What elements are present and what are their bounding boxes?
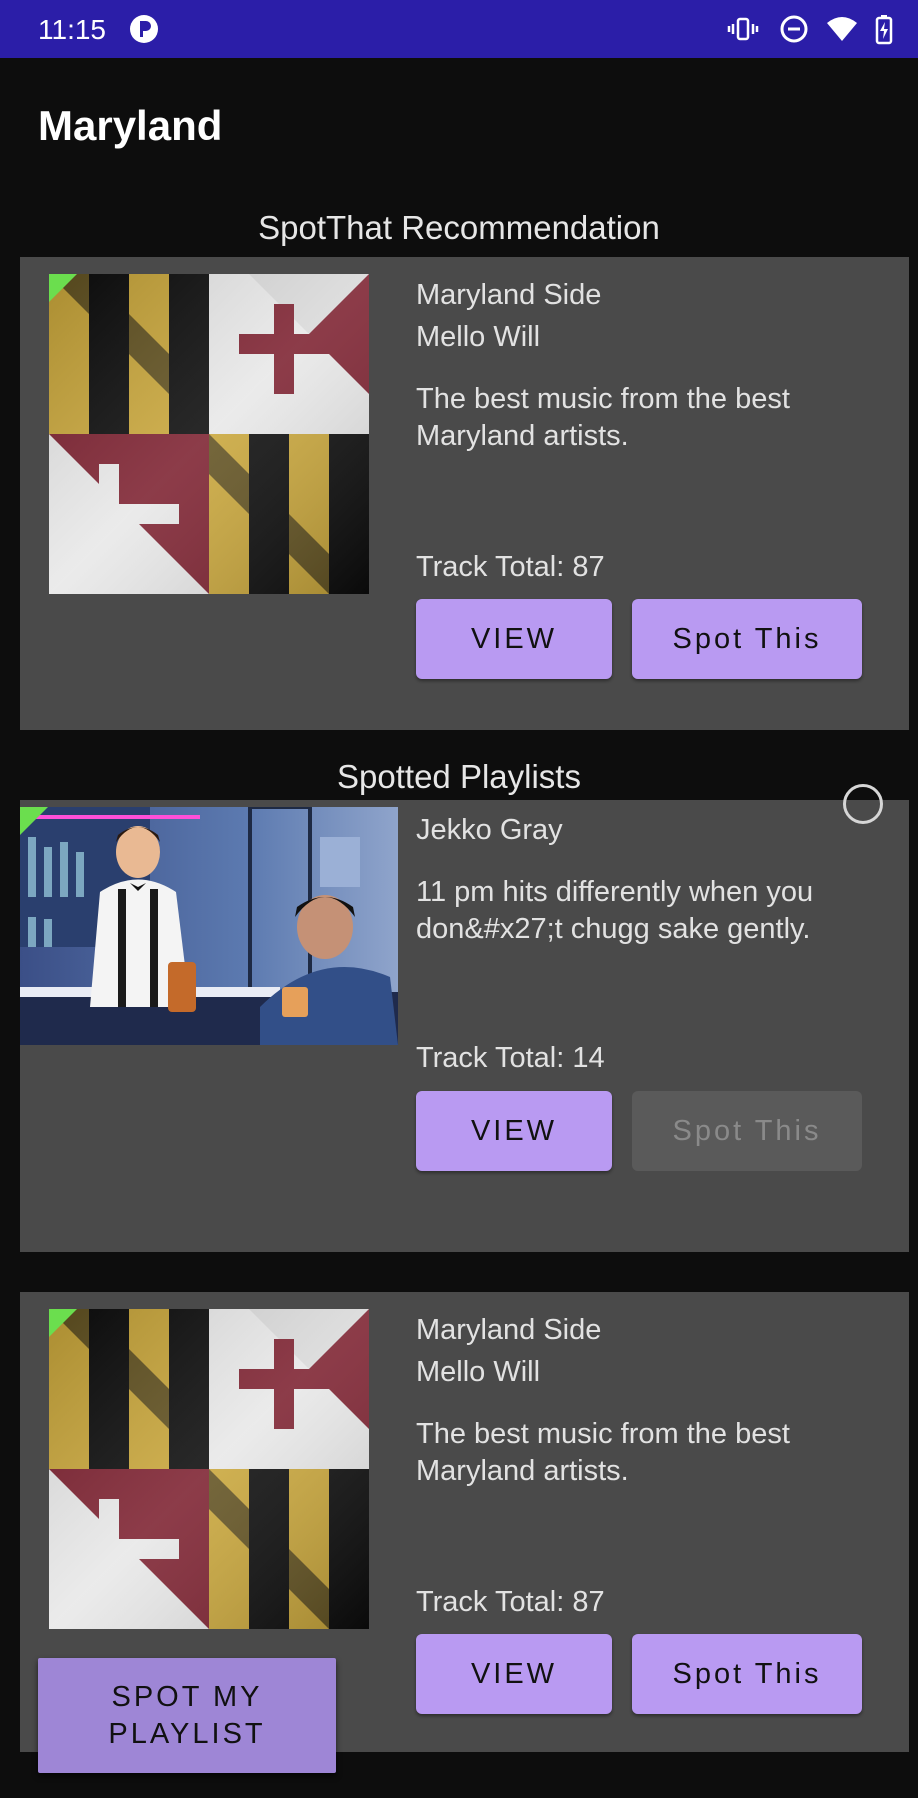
playlist-name: Maryland Side: [416, 1314, 602, 1346]
page-title: Maryland: [38, 102, 223, 149]
track-total: Track Total: 14: [416, 1042, 605, 1074]
status-time: 11:15: [38, 14, 106, 45]
spot-my-playlist-label: SPOT MY PLAYLIST: [108, 1680, 266, 1750]
maryland-flag-image: [49, 1309, 369, 1629]
playlist-owner: Mello Will: [416, 1356, 541, 1388]
playlist-name: Maryland Side: [416, 279, 602, 311]
playlist-indicator-corner: [49, 1309, 77, 1337]
playlist-indicator-corner: [49, 274, 77, 302]
spot-this-button-disabled: Spot This: [632, 1091, 862, 1171]
playlist-description: The best music from the best Maryland ar…: [416, 383, 790, 452]
spot-this-button[interactable]: Spot This: [632, 599, 862, 679]
spot-my-playlist-button[interactable]: SPOT MY PLAYLIST: [38, 1658, 336, 1773]
bar-illustration-image: [20, 807, 398, 1045]
track-total: Track Total: 87: [416, 1586, 605, 1618]
playlist-owner: Jekko Gray: [416, 814, 563, 846]
maryland-flag-image: [49, 274, 369, 594]
playlist-indicator-corner: [20, 807, 48, 835]
wifi-icon: [827, 17, 857, 41]
notification-app-icon: [130, 15, 158, 43]
view-button[interactable]: VIEW: [416, 599, 612, 679]
spotted-playlist-card: Jekko Gray 11 pm hits differently when y…: [20, 784, 909, 1252]
view-button[interactable]: VIEW: [416, 1091, 612, 1171]
track-total: Track Total: 87: [416, 551, 605, 583]
app-bar: Maryland: [0, 58, 918, 168]
playlist-description: The best music from the best Maryland ar…: [416, 1418, 790, 1487]
playlist-cover-image: [49, 274, 369, 594]
spotted-section-title: Spotted Playlists: [337, 758, 581, 795]
status-bar: 11:15: [0, 0, 918, 58]
vibrate-icon: [727, 17, 759, 41]
playlist-cover-image: [49, 1309, 369, 1629]
radio-indicator[interactable]: [843, 784, 883, 824]
do-not-disturb-icon: [780, 15, 808, 43]
recommendation-card: Maryland Side Mello Will The best music …: [20, 257, 909, 730]
recommendation-section-title: SpotThat Recommendation: [258, 209, 660, 246]
battery-charging-icon: [875, 15, 893, 45]
playlist-description: 11 pm hits differently when you don&#x27…: [416, 876, 814, 945]
spot-this-button[interactable]: Spot This: [632, 1634, 862, 1714]
view-button[interactable]: VIEW: [416, 1634, 612, 1714]
playlist-cover-image: [20, 807, 398, 1045]
playlist-owner: Mello Will: [416, 321, 541, 353]
